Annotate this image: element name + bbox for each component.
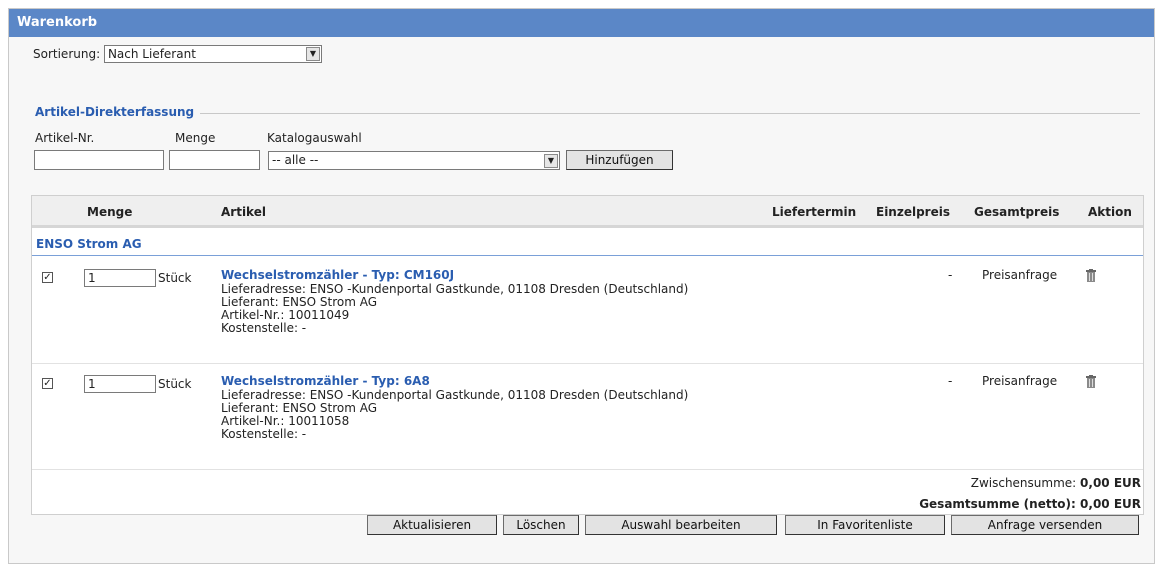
header-aktion: Aktion	[1088, 205, 1132, 219]
checkmark-icon: ✓	[43, 378, 52, 389]
cart-panel: Warenkorb Sortierung: Nach Lieferant ▼ A…	[8, 8, 1155, 564]
table-header: Menge Artikel Liefertermin Einzelpreis G…	[32, 196, 1143, 228]
article-address: Lieferadresse: ENSO -Kundenportal Gastku…	[221, 282, 689, 296]
unit-price: -	[948, 374, 953, 388]
total-price: Preisanfrage	[982, 268, 1058, 282]
quantity-input[interactable]: 1	[84, 375, 156, 393]
article-costcenter: Kostenstelle: -	[221, 427, 307, 441]
trash-icon[interactable]	[1086, 269, 1096, 282]
unit-label: Stück	[158, 377, 192, 391]
window-title: Warenkorb	[9, 9, 1154, 37]
grand-total-label: Gesamtsumme (netto):	[919, 497, 1076, 511]
article-address: Lieferadresse: ENSO -Kundenportal Gastku…	[221, 388, 689, 402]
menge-input[interactable]	[169, 150, 260, 170]
chevron-down-icon[interactable]: ▼	[544, 154, 558, 168]
delete-button[interactable]: Löschen	[503, 515, 579, 535]
direct-entry-title: Artikel-Direkterfassung	[35, 105, 201, 119]
sort-select-value: Nach Lieferant	[107, 46, 196, 61]
subtotal-label: Zwischensumme:	[970, 476, 1077, 490]
fieldset-divider	[35, 113, 1140, 114]
sort-select[interactable]: Nach Lieferant ▼	[103, 44, 322, 63]
chevron-down-icon[interactable]: ▼	[305, 46, 320, 61]
unit-label: Stück	[158, 271, 192, 285]
article-number: Artikel-Nr.: 10011049	[221, 308, 350, 322]
menge-label: Menge	[175, 131, 216, 145]
update-button[interactable]: Aktualisieren	[367, 515, 497, 535]
grand-total-value: 0,00 EUR	[1080, 497, 1141, 511]
article-link[interactable]: Wechselstromzähler - Typ: 6A8	[221, 374, 430, 388]
add-button[interactable]: Hinzufügen	[566, 150, 673, 170]
unit-price: -	[948, 268, 953, 282]
table-row: ✓ 1 Stück Wechselstromzähler - Typ: CM16…	[32, 258, 1143, 364]
total-price: Preisanfrage	[982, 374, 1058, 388]
table-row: ✓ 1 Stück Wechselstromzähler - Typ: 6A8 …	[32, 364, 1143, 470]
add-to-favorites-button[interactable]: In Favoritenliste	[785, 515, 945, 535]
sort-label: Sortierung:	[33, 46, 101, 61]
header-liefertermin: Liefertermin	[772, 205, 857, 219]
katalog-select[interactable]: -- alle -- ▼	[268, 151, 560, 170]
artnr-label: Artikel-Nr.	[35, 131, 95, 145]
article-link[interactable]: Wechselstromzähler - Typ: CM160J	[221, 268, 454, 282]
cart-table: Menge Artikel Liefertermin Einzelpreis G…	[31, 195, 1144, 515]
header-einzelpreis: Einzelpreis	[876, 205, 950, 219]
checkmark-icon: ✓	[43, 272, 52, 283]
supplier-group: ENSO Strom AG	[32, 232, 1143, 256]
subtotal-value: 0,00 EUR	[1080, 476, 1141, 490]
katalog-label: Katalogauswahl	[267, 131, 362, 145]
subtotal: Zwischensumme: 0,00 EUR	[971, 476, 1141, 490]
header-menge: Menge	[87, 205, 133, 219]
grand-total: Gesamtsumme (netto): 0,00 EUR	[919, 497, 1141, 511]
quantity-input[interactable]: 1	[84, 269, 156, 287]
sort-row: Sortierung: Nach Lieferant ▼	[33, 43, 322, 63]
article-costcenter: Kostenstelle: -	[221, 321, 307, 335]
artnr-input[interactable]	[34, 150, 164, 170]
katalog-select-value: -- alle --	[272, 153, 319, 167]
send-request-button[interactable]: Anfrage versenden	[951, 515, 1139, 535]
article-supplier: Lieferant: ENSO Strom AG	[221, 295, 378, 309]
edit-selection-button[interactable]: Auswahl bearbeiten	[585, 515, 777, 535]
header-gesamtpreis: Gesamtpreis	[974, 205, 1060, 219]
article-number: Artikel-Nr.: 10011058	[221, 414, 350, 428]
article-supplier: Lieferant: ENSO Strom AG	[221, 401, 378, 415]
row-checkbox[interactable]: ✓	[42, 272, 53, 283]
header-artikel: Artikel	[221, 205, 266, 219]
trash-icon[interactable]	[1086, 375, 1096, 388]
row-checkbox[interactable]: ✓	[42, 378, 53, 389]
